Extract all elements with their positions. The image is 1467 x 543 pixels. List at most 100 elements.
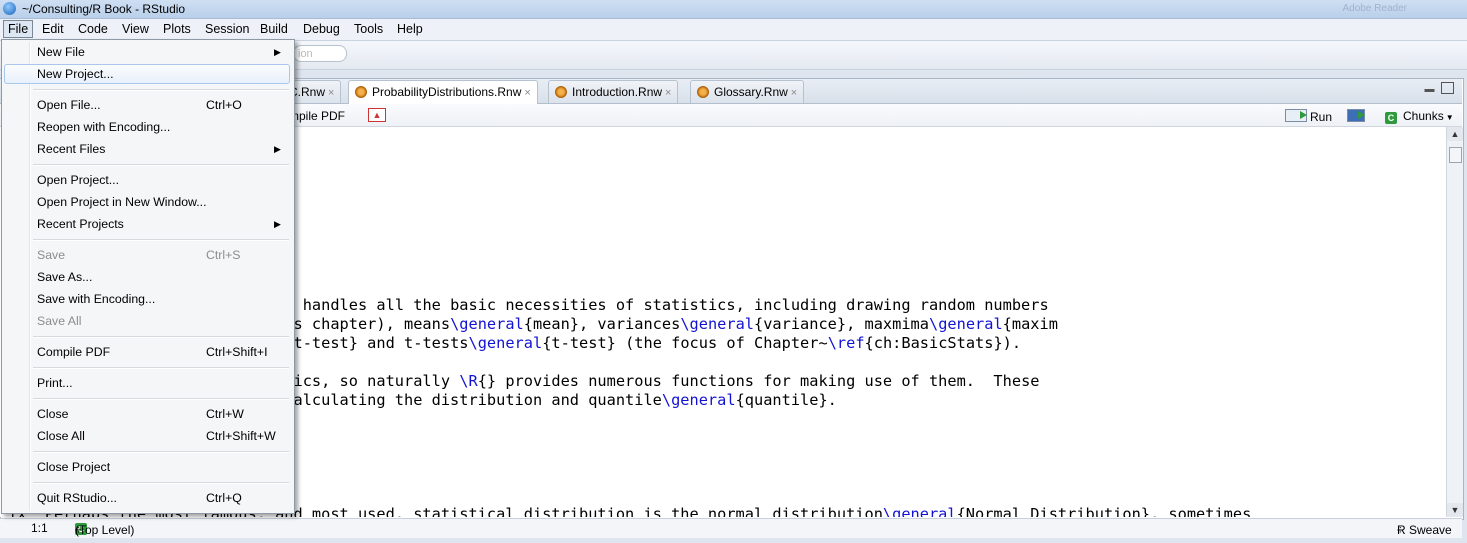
menu-separator — [33, 239, 289, 241]
menu-item-open-project[interactable]: Open Project... — [4, 170, 290, 190]
menu-plots[interactable]: Plots — [159, 21, 195, 37]
menu-item-label: Open File... — [37, 98, 101, 112]
tab-probability-distributions[interactable]: ProbabilityDistributions.Rnw × — [348, 80, 538, 104]
menu-item-save[interactable]: Save Ctrl+S — [4, 245, 290, 265]
weave-label: R Sweave — [1397, 523, 1452, 537]
rerun-button[interactable] — [1347, 109, 1368, 124]
scope-label: (Top Level) — [75, 523, 135, 537]
scroll-up-arrow-icon[interactable]: ▲ — [1447, 127, 1463, 141]
compile-pdf-button[interactable]: mpile PDF — [289, 109, 345, 123]
file-menu-dropdown: New File ▶ New Project... Open File... Ctrl+… — [1, 39, 295, 514]
menu-item-compile-pdf[interactable]: Compile PDF Ctrl+Shift+I — [4, 342, 290, 362]
menu-item-label: Save with Encoding... — [37, 292, 156, 306]
code-token: {mean}, variances — [523, 315, 681, 333]
chunks-label: Chunks — [1403, 109, 1444, 123]
menu-item-new-project[interactable]: New Project... — [4, 64, 290, 84]
run-button[interactable]: Run — [1285, 109, 1332, 124]
menu-item-close-all[interactable]: Close All Ctrl+Shift+W — [4, 426, 290, 446]
pdf-icon[interactable]: ▲ — [368, 108, 386, 122]
submenu-arrow-icon: ▶ — [274, 47, 281, 57]
menu-item-shortcut: Ctrl+Shift+W — [206, 429, 276, 443]
rnw-file-icon — [355, 86, 367, 98]
menu-item-new-file[interactable]: New File ▶ — [4, 42, 290, 62]
scroll-down-arrow-icon[interactable]: ▼ — [1447, 503, 1463, 517]
menu-item-label: Save — [37, 248, 66, 262]
menu-item-save-with-encoding[interactable]: Save with Encoding... — [4, 289, 290, 309]
menu-item-label: Recent Projects — [37, 217, 124, 231]
menu-file[interactable]: File — [3, 20, 34, 38]
tab-close-icon[interactable]: × — [524, 87, 530, 99]
tab-glossary[interactable]: Glossary.Rnw × — [690, 80, 805, 103]
menu-item-label: Save All — [37, 314, 82, 328]
menu-item-label: Compile PDF — [37, 345, 111, 359]
menu-build[interactable]: Build — [256, 21, 292, 37]
menu-separator — [33, 451, 289, 453]
menu-item-label: Close Project — [37, 460, 111, 474]
tab-introduction[interactable]: Introduction.Rnw × — [548, 80, 679, 103]
title-bar: ~/Consulting/R Book - RStudio Adobe Read… — [0, 0, 1467, 19]
code-token: {maxim — [1002, 315, 1058, 333]
code-token: {} easily handles all the basic necessit… — [210, 296, 1049, 314]
menu-item-label: Recent Files — [37, 142, 106, 156]
menu-item-label: Quit RStudio... — [37, 491, 117, 505]
tab-close-icon[interactable]: × — [791, 87, 797, 99]
rnw-file-icon — [697, 86, 709, 98]
menu-edit[interactable]: Edit — [38, 21, 68, 37]
menu-item-label: Reopen with Encoding... — [37, 120, 171, 134]
menu-item-recent-files[interactable]: Recent Files ▶ — [4, 139, 290, 159]
code-token: \general — [468, 334, 543, 352]
code-token: \ref — [827, 334, 865, 352]
menu-session[interactable]: Session — [201, 21, 253, 37]
code-token: {} provides numerous functions for makin… — [477, 372, 1040, 390]
menu-item-open-file[interactable]: Open File... Ctrl+O — [4, 95, 290, 115]
scope-arrow-icon: ÷ — [75, 523, 82, 537]
menu-debug[interactable]: Debug — [299, 21, 344, 37]
menu-item-save-all[interactable]: Save All — [4, 311, 290, 331]
go-to-function-input[interactable]: ion — [293, 45, 347, 62]
menu-item-close-project[interactable]: Close Project — [4, 457, 290, 477]
menu-view[interactable]: View — [118, 21, 153, 37]
run-label: Run — [1310, 110, 1333, 124]
code-token: \general — [450, 315, 524, 333]
menu-separator — [33, 482, 289, 484]
code-token: \R — [459, 372, 478, 390]
menu-item-label: New File — [37, 45, 85, 59]
chevron-down-icon: ▼ — [1445, 113, 1454, 122]
tab-close-icon[interactable]: × — [665, 87, 671, 99]
tab-label: ProbabilityDistributions.Rnw — [372, 85, 522, 99]
menu-help[interactable]: Help — [393, 21, 427, 37]
menu-item-quit-rstudio[interactable]: Quit RStudio... Ctrl+Q — [4, 488, 290, 508]
menu-item-open-project-in-new-window[interactable]: Open Project in New Window... — [4, 192, 290, 212]
maximize-pane-icon[interactable] — [1441, 82, 1454, 94]
vertical-scrollbar[interactable]: ▲ ▼ — [1446, 127, 1463, 517]
minimize-pane-icon[interactable]: ▬ — [1424, 84, 1435, 95]
code-token: {quantile}. — [735, 391, 837, 409]
scroll-thumb[interactable] — [1449, 147, 1462, 163]
menu-tools[interactable]: Tools — [350, 21, 387, 37]
menu-item-recent-projects[interactable]: Recent Projects ▶ — [4, 214, 290, 234]
menu-separator — [33, 336, 289, 338]
submenu-arrow-icon: ▶ — [274, 219, 281, 229]
menu-item-close[interactable]: Close Ctrl+W — [4, 404, 290, 424]
menu-item-label: Open Project... — [37, 173, 120, 187]
menu-item-label: Open Project in New Window... — [37, 195, 207, 209]
menu-item-label: Save As... — [37, 270, 93, 284]
chunks-menu-button[interactable]: C Chunks ▼ — [1385, 109, 1454, 124]
menu-separator — [33, 89, 289, 91]
cursor-position: 1:1 — [31, 521, 48, 535]
code-token: {Normal Distribution}, sometimes — [956, 505, 1252, 517]
menu-item-shortcut: Ctrl+Shift+I — [206, 345, 268, 359]
menu-item-shortcut: Ctrl+Q — [206, 491, 242, 505]
code-token: \general — [882, 505, 957, 517]
run-icon — [1285, 109, 1307, 122]
menu-item-shortcut: Ctrl+W — [206, 407, 244, 421]
menu-item-label: Close — [37, 407, 69, 421]
menu-item-print[interactable]: Print... — [4, 373, 290, 393]
tab-close-icon[interactable]: × — [328, 87, 334, 99]
window-title: ~/Consulting/R Book - RStudio — [22, 2, 186, 16]
menu-item-reopen-with-encoding[interactable]: Reopen with Encoding... — [4, 117, 290, 137]
menu-item-save-as[interactable]: Save As... — [4, 267, 290, 287]
code-token: {t-test} (the focus of Chapter~ — [542, 334, 828, 352]
menu-item-shortcut: Ctrl+O — [206, 98, 242, 112]
menu-code[interactable]: Code — [74, 21, 112, 37]
